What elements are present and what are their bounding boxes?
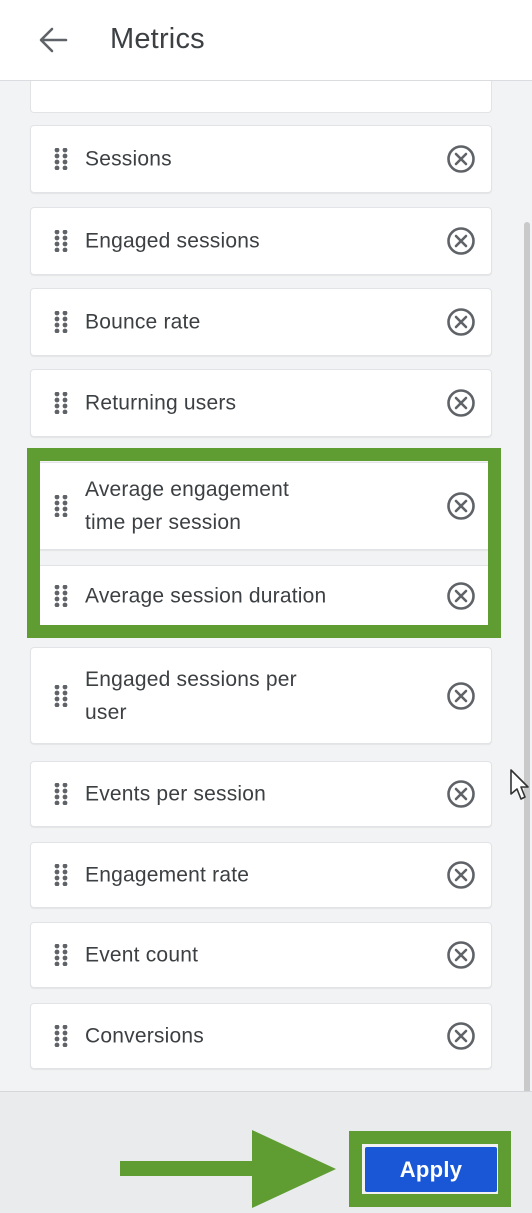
- remove-metric-icon[interactable]: [445, 387, 477, 419]
- metric-label: Engaged sessions: [85, 225, 425, 258]
- metric-card[interactable]: Engaged sessions: [30, 207, 492, 275]
- metric-label: Engaged sessions per user: [85, 663, 425, 729]
- remove-metric-icon[interactable]: [445, 778, 477, 810]
- metric-label-line: Average engagement: [85, 478, 290, 501]
- metric-card[interactable]: Engaged sessions per user: [30, 647, 492, 744]
- remove-metric-icon[interactable]: [445, 680, 477, 712]
- remove-metric-icon[interactable]: [445, 859, 477, 891]
- metric-card[interactable]: Sessions: [30, 125, 492, 193]
- metric-label-line: Returning users: [85, 391, 237, 415]
- drag-handle-icon[interactable]: [53, 310, 69, 334]
- drag-handle-icon[interactable]: [53, 863, 69, 887]
- scrollbar[interactable]: [524, 222, 530, 1112]
- metric-card-partial[interactable]: [30, 81, 492, 113]
- remove-metric-icon[interactable]: [445, 1020, 477, 1052]
- metric-label-line: Average session duration: [85, 584, 327, 608]
- metric-label-line: user: [85, 700, 127, 724]
- drag-handle-icon[interactable]: [53, 494, 69, 518]
- metric-card[interactable]: Conversions: [30, 1003, 492, 1069]
- page-title: Metrics: [110, 23, 205, 55]
- drag-handle-icon[interactable]: [53, 943, 69, 967]
- metric-label-line: Engaged sessions: [85, 229, 260, 253]
- drag-handle-icon[interactable]: [53, 782, 69, 806]
- drag-handle-icon[interactable]: [53, 229, 69, 253]
- metric-label-line: Engagement rate: [85, 863, 250, 887]
- metric-label-line: Engaged sessions per: [85, 667, 297, 691]
- drag-handle-icon[interactable]: [53, 147, 69, 171]
- header-bar: Metrics: [0, 0, 532, 81]
- metric-label-line: Sessions: [85, 147, 172, 171]
- remove-metric-icon[interactable]: [445, 143, 477, 175]
- metric-card[interactable]: Returning users: [30, 369, 492, 437]
- remove-metric-icon[interactable]: [445, 490, 477, 522]
- metric-label: Average engagement time per session: [85, 473, 425, 539]
- mouse-cursor-icon: [510, 769, 529, 800]
- remove-metric-icon[interactable]: [445, 225, 477, 257]
- drag-handle-icon[interactable]: [53, 684, 69, 707]
- remove-metric-icon[interactable]: [445, 306, 477, 338]
- metric-label: Sessions: [85, 143, 425, 176]
- metric-card[interactable]: Bounce rate: [30, 288, 492, 356]
- metric-card[interactable]: Events per session: [30, 761, 492, 827]
- remove-metric-icon[interactable]: [445, 939, 477, 971]
- metric-card[interactable]: Event count: [30, 922, 492, 988]
- back-button[interactable]: [34, 22, 72, 58]
- metric-label-line: Event count: [85, 943, 199, 967]
- metric-card[interactable]: Engagement rate: [30, 842, 492, 908]
- metric-label-line: Bounce rate: [85, 310, 201, 334]
- metric-label-line: Events per session: [85, 782, 267, 806]
- metric-label: Bounce rate: [85, 306, 425, 339]
- metric-label-line: Conversions: [85, 1024, 204, 1048]
- drag-handle-icon[interactable]: [53, 1024, 69, 1048]
- arrow-annotation-icon: [120, 1130, 336, 1208]
- arrow-left-icon: [39, 27, 68, 53]
- metric-label: Engagement rate: [85, 859, 425, 892]
- metric-label: Average session duration: [85, 580, 425, 613]
- remove-metric-icon[interactable]: [445, 580, 477, 612]
- drag-handle-icon[interactable]: [53, 584, 69, 608]
- metric-label-line: time per session: [85, 511, 242, 534]
- metric-card[interactable]: Average session duration: [30, 565, 492, 627]
- metric-label: Event count: [85, 939, 425, 972]
- metric-label: Conversions: [85, 1020, 425, 1053]
- metric-label: Events per session: [85, 778, 425, 811]
- metric-card[interactable]: Average engagement time per session: [30, 462, 492, 550]
- drag-handle-icon[interactable]: [53, 391, 69, 415]
- apply-button[interactable]: Apply: [365, 1147, 497, 1192]
- metric-label: Returning users: [85, 387, 425, 420]
